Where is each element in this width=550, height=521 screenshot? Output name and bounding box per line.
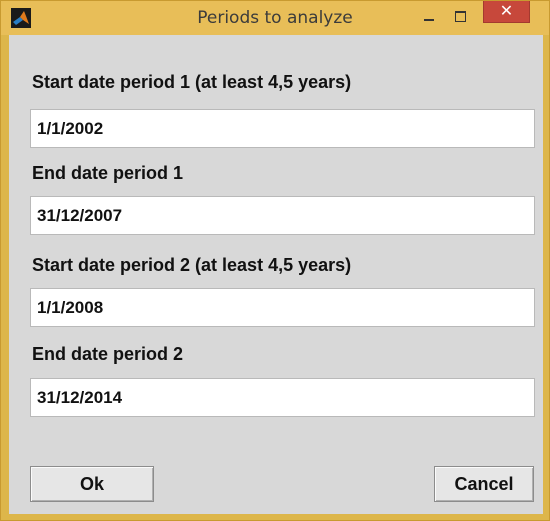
cancel-button[interactable]: Cancel <box>434 466 534 502</box>
close-icon: ✕ <box>499 1 514 20</box>
start-date-period-1-input[interactable] <box>30 109 535 148</box>
end-date-period-1-input[interactable] <box>30 196 535 235</box>
end-date-period-2-input[interactable] <box>30 378 535 417</box>
end-date-period-2-label: End date period 2 <box>32 344 184 364</box>
start-date-period-2-label: Start date period 2 (at least 4,5 years) <box>32 255 352 275</box>
start-date-period-1-label: Start date period 1 (at least 4,5 years) <box>32 72 352 92</box>
title-bar[interactable]: Periods to analyze ✕ <box>1 1 549 35</box>
maximize-button[interactable] <box>446 4 474 28</box>
start-date-period-2-input[interactable] <box>30 288 535 327</box>
minimize-icon <box>424 19 434 21</box>
close-button[interactable]: ✕ <box>483 1 530 23</box>
end-date-period-1-label: End date period 1 <box>32 163 184 183</box>
ok-button[interactable]: Ok <box>30 466 154 502</box>
minimize-button[interactable] <box>414 4 442 28</box>
dialog-content: Start date period 1 (at least 4,5 years)… <box>9 35 543 514</box>
maximize-icon <box>455 11 466 22</box>
dialog-window: Periods to analyze ✕ Start date period 1… <box>0 0 550 521</box>
